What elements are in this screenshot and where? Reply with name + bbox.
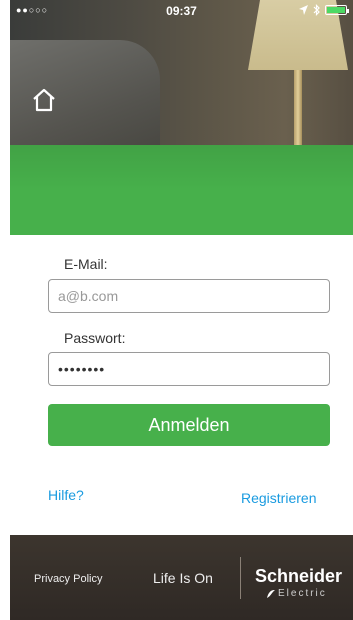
status-bar: ●●○○○ 09:37 — [10, 0, 353, 22]
brand-logo: Schneider — [255, 566, 343, 586]
brand-mark-icon — [267, 590, 275, 598]
login-screen: ●●○○○ 09:37 E-Mail: Passwort: Anmelden H… — [0, 0, 353, 620]
home-button[interactable] — [30, 86, 58, 114]
login-button[interactable]: Anmelden — [48, 404, 330, 446]
help-link[interactable]: Hilfe? — [48, 487, 84, 503]
email-label: E-Mail: — [64, 256, 108, 272]
footer-divider — [240, 557, 241, 599]
privacy-policy-link[interactable]: Privacy Policy — [34, 573, 102, 585]
footer: Privacy Policy Life Is On Schneider Elec… — [10, 535, 353, 620]
home-icon — [33, 88, 55, 112]
password-label: Passwort: — [64, 330, 126, 346]
location-arrow-icon — [299, 5, 308, 15]
password-field[interactable] — [48, 352, 330, 386]
brand-logo-sub: Electric — [278, 588, 327, 599]
bluetooth-icon — [313, 4, 320, 16]
email-field[interactable] — [48, 279, 330, 313]
battery-icon — [325, 5, 349, 15]
hero-image — [10, 0, 353, 235]
tagline: Life Is On — [153, 570, 213, 586]
register-link[interactable]: Registrieren — [241, 490, 316, 506]
